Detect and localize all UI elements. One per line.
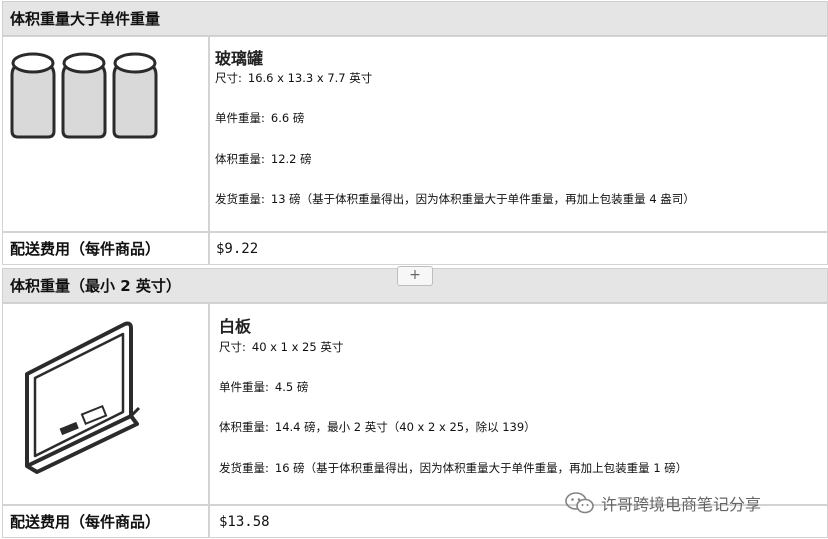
spec-value: 4.5 磅 (274, 380, 309, 394)
expand-button[interactable]: + (397, 266, 433, 286)
product-image-cell (2, 303, 209, 505)
watermark-text: 许哥跨境电商笔记分享 (601, 495, 762, 514)
spec-dim-weight: 体积重量: 14.4 磅，最小 2 英寸（40 x 2 x 25，除以 139） (219, 419, 536, 435)
watermark: 许哥跨境电商笔记分享 (565, 490, 761, 516)
spec-value: 14.4 磅，最小 2 英寸（40 x 2 x 25，除以 139） (274, 420, 536, 434)
spec-label: 尺寸: (215, 71, 242, 85)
spec-dimensions: 尺寸: 16.6 x 13.3 x 7.7 英寸 (215, 70, 372, 86)
product-info-cell: 白板 尺寸: 40 x 1 x 25 英寸 单件重量: 4.5 磅 体积重量: 14.… (209, 303, 828, 505)
spec-dim-weight: 体积重量: 12.2 磅 (215, 151, 312, 167)
fee-label: 配送费用（每件商品） (2, 232, 209, 265)
product-image-cell (2, 36, 209, 232)
fee-label: 配送费用（每件商品） (2, 505, 209, 538)
spec-value: 6.6 磅 (270, 111, 305, 125)
spec-value: 16.6 x 13.3 x 7.7 英寸 (247, 71, 373, 85)
spec-shipping-weight: 发货重量: 16 磅（基于体积重量得出，因为体积重量大于单件重量，再加上包装重量 … (219, 460, 687, 476)
spec-label: 体积重量: (215, 152, 265, 166)
spec-unit-weight: 单件重量: 6.6 磅 (215, 110, 304, 126)
wechat-icon (565, 492, 594, 514)
spec-label: 尺寸: (219, 340, 246, 354)
whiteboard-icon (25, 321, 141, 474)
spec-value: 13 磅（基于体积重量得出，因为体积重量大于单件重量，再加上包装重量 4 盎司） (270, 192, 695, 206)
section-header-dim-weight-greater: 体积重量大于单件重量 (2, 1, 828, 36)
spec-value: 16 磅（基于体积重量得出，因为体积重量大于单件重量，再加上包装重量 1 磅） (274, 461, 688, 475)
spec-label: 单件重量: (219, 380, 269, 394)
product-name: 玻璃罐 (215, 49, 264, 68)
spec-label: 体积重量: (219, 420, 269, 434)
glass-jars-icon (10, 52, 158, 139)
spec-shipping-weight: 发货重量: 13 磅（基于体积重量得出，因为体积重量大于单件重量，再加上包装重量 … (215, 191, 695, 207)
spec-dimensions: 尺寸: 40 x 1 x 25 英寸 (219, 339, 343, 355)
spec-unit-weight: 单件重量: 4.5 磅 (219, 379, 308, 395)
spec-value: 40 x 1 x 25 英寸 (251, 340, 344, 354)
spec-value: 12.2 磅 (270, 152, 312, 166)
fee-value: $9.22 (209, 232, 828, 265)
product-name: 白板 (219, 317, 252, 336)
product-info-cell: 玻璃罐 尺寸: 16.6 x 13.3 x 7.7 英寸 单件重量: 6.6 磅 体… (209, 36, 828, 232)
spec-label: 发货重量: (219, 461, 269, 475)
spec-label: 单件重量: (215, 111, 265, 125)
spec-label: 发货重量: (215, 192, 265, 206)
